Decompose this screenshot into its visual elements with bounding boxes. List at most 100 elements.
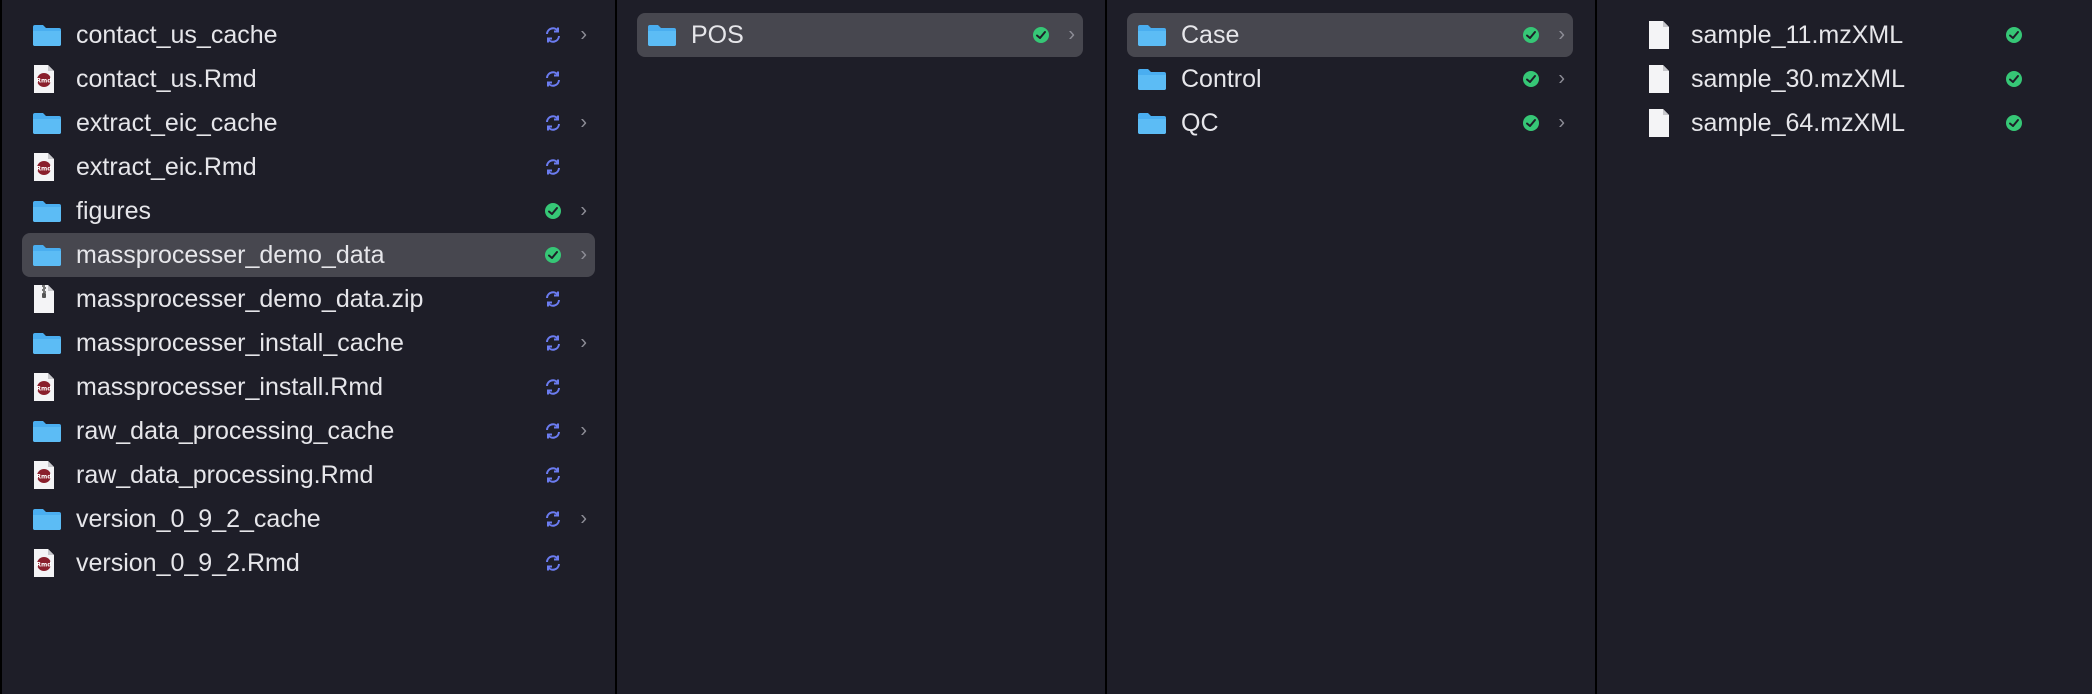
- item-label: sample_64.mzXML: [1691, 108, 1905, 137]
- synced-status-icon: [543, 201, 563, 221]
- chevron-right-icon[interactable]: ›: [580, 332, 587, 355]
- svg-text:Rmd: Rmd: [36, 166, 51, 173]
- document-icon: [1647, 20, 1683, 50]
- item-label: extract_eic_cache: [76, 108, 278, 137]
- file-row[interactable]: massprocesser_demo_data.zip: [22, 277, 595, 321]
- item-label: raw_data_processing.Rmd: [76, 460, 374, 489]
- synced-status-icon: [1031, 25, 1051, 45]
- synced-status-icon: [1521, 69, 1541, 89]
- folder-icon: [32, 331, 68, 355]
- rmd-file-icon: Rmd: [32, 548, 68, 578]
- folder-row[interactable]: version_0_9_2_cache ›: [22, 497, 595, 541]
- synced-status-icon: [2004, 69, 2024, 89]
- file-row[interactable]: Rmd version_0_9_2.Rmd: [22, 541, 595, 585]
- item-label: Case: [1181, 20, 1240, 49]
- folder-row[interactable]: extract_eic_cache ›: [22, 101, 595, 145]
- folder-row[interactable]: QC ›: [1127, 101, 1573, 145]
- chevron-right-icon[interactable]: ›: [580, 420, 587, 443]
- item-label: sample_11.mzXML: [1691, 20, 1904, 49]
- folder-icon: [1137, 67, 1173, 91]
- synced-status-icon: [1521, 25, 1541, 45]
- syncing-status-icon: [543, 25, 563, 45]
- folder-icon: [32, 243, 68, 267]
- chevron-right-icon[interactable]: ›: [1558, 112, 1565, 135]
- file-list: Case › Control › QC ›: [1107, 13, 1595, 145]
- item-label: massprocesser_install.Rmd: [76, 372, 384, 401]
- synced-status-icon: [1521, 113, 1541, 133]
- synced-status-icon: [2004, 113, 2024, 133]
- item-label: sample_30.mzXML: [1691, 64, 1905, 93]
- syncing-status-icon: [543, 377, 563, 397]
- folder-icon: [32, 199, 68, 223]
- item-label: QC: [1181, 108, 1219, 137]
- file-list: contact_us_cache › Rmd contact_us.Rmdextrac…: [2, 13, 615, 585]
- syncing-status-icon: [543, 465, 563, 485]
- folder-icon: [1137, 23, 1173, 47]
- synced-status-icon: [543, 245, 563, 265]
- svg-text:Rmd: Rmd: [36, 474, 51, 481]
- item-label: POS: [691, 20, 744, 49]
- svg-text:Rmd: Rmd: [36, 386, 51, 393]
- file-list: POS ›: [617, 13, 1105, 57]
- column-root: contact_us_cache › Rmd contact_us.Rmdextrac…: [0, 0, 615, 694]
- rmd-file-icon: Rmd: [32, 460, 68, 490]
- folder-icon: [32, 507, 68, 531]
- folder-icon: [32, 419, 68, 443]
- file-row[interactable]: Rmd extract_eic.Rmd: [22, 145, 595, 189]
- chevron-right-icon[interactable]: ›: [580, 112, 587, 135]
- rmd-file-icon: Rmd: [32, 372, 68, 402]
- syncing-status-icon: [543, 421, 563, 441]
- document-icon: [1647, 64, 1683, 94]
- folder-row[interactable]: Case ›: [1127, 13, 1573, 57]
- folder-row[interactable]: raw_data_processing_cache ›: [22, 409, 595, 453]
- svg-text:Rmd: Rmd: [36, 562, 51, 569]
- item-label: contact_us.Rmd: [76, 64, 257, 93]
- file-row[interactable]: Rmd massprocesser_install.Rmd: [22, 365, 595, 409]
- item-label: massprocesser_demo_data.zip: [76, 284, 424, 313]
- chevron-right-icon[interactable]: ›: [580, 508, 587, 531]
- folder-icon: [647, 23, 683, 47]
- syncing-status-icon: [543, 333, 563, 353]
- column-pos: Case › Control › QC ›: [1105, 0, 1595, 694]
- file-row[interactable]: Rmd contact_us.Rmd: [22, 57, 595, 101]
- chevron-right-icon[interactable]: ›: [580, 24, 587, 47]
- item-label: massprocesser_install_cache: [76, 328, 404, 357]
- syncing-status-icon: [543, 553, 563, 573]
- chevron-right-icon[interactable]: ›: [580, 200, 587, 223]
- folder-row[interactable]: massprocesser_install_cache ›: [22, 321, 595, 365]
- item-label: version_0_9_2_cache: [76, 504, 321, 533]
- folder-row[interactable]: massprocesser_demo_data ›: [22, 233, 595, 277]
- chevron-right-icon[interactable]: ›: [1068, 24, 1075, 47]
- column-case: sample_11.mzXML sample_30.mzXML sample_64.…: [1595, 0, 2092, 694]
- synced-status-icon: [2004, 25, 2024, 45]
- svg-text:Rmd: Rmd: [36, 78, 51, 85]
- syncing-status-icon: [543, 289, 563, 309]
- file-row[interactable]: sample_11.mzXML: [1617, 13, 2072, 57]
- chevron-right-icon[interactable]: ›: [580, 244, 587, 267]
- syncing-status-icon: [543, 113, 563, 133]
- column-massprocesser-demo-data: POS ›: [615, 0, 1105, 694]
- folder-row[interactable]: figures ›: [22, 189, 595, 233]
- item-label: massprocesser_demo_data: [76, 240, 385, 269]
- item-label: extract_eic.Rmd: [76, 152, 257, 181]
- syncing-status-icon: [543, 509, 563, 529]
- folder-row[interactable]: POS ›: [637, 13, 1083, 57]
- folder-icon: [1137, 111, 1173, 135]
- rmd-file-icon: Rmd: [32, 64, 68, 94]
- file-row[interactable]: sample_30.mzXML: [1617, 57, 2072, 101]
- chevron-right-icon[interactable]: ›: [1558, 68, 1565, 91]
- rmd-file-icon: Rmd: [32, 152, 68, 182]
- syncing-status-icon: [543, 69, 563, 89]
- chevron-right-icon[interactable]: ›: [1558, 24, 1565, 47]
- folder-icon: [32, 111, 68, 135]
- folder-icon: [32, 23, 68, 47]
- zip-file-icon: [32, 284, 68, 314]
- item-label: raw_data_processing_cache: [76, 416, 395, 445]
- folder-row[interactable]: contact_us_cache ›: [22, 13, 595, 57]
- file-row[interactable]: Rmd raw_data_processing.Rmd: [22, 453, 595, 497]
- document-icon: [1647, 108, 1683, 138]
- folder-row[interactable]: Control ›: [1127, 57, 1573, 101]
- file-row[interactable]: sample_64.mzXML: [1617, 101, 2072, 145]
- item-label: figures: [76, 196, 152, 225]
- item-label: version_0_9_2.Rmd: [76, 548, 300, 577]
